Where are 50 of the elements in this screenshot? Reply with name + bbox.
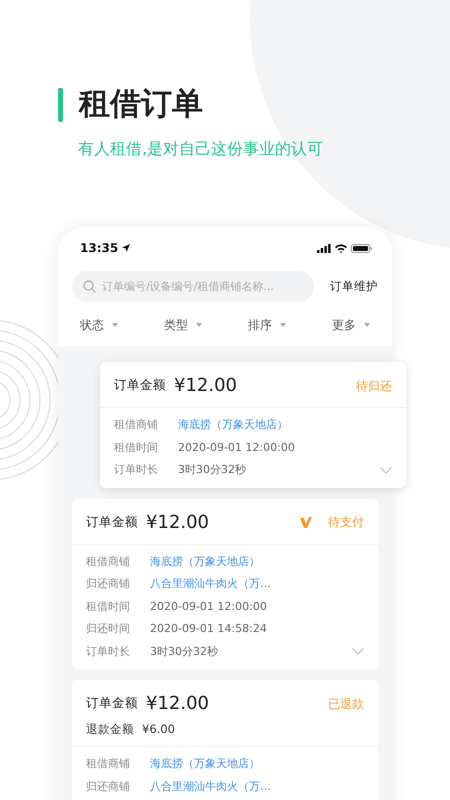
location-arrow-icon	[122, 244, 130, 252]
field-label: 订单时长	[114, 462, 159, 478]
field-label: 归还商铺	[86, 576, 131, 592]
refund-label: 退款金额	[86, 721, 134, 738]
filter-dropdown[interactable]: 更多	[332, 316, 370, 334]
amount-value: ¥12.00	[146, 692, 210, 716]
chevron-down-icon[interactable]	[380, 466, 392, 474]
v-mark-icon	[300, 516, 312, 528]
refund-value: ¥6.00	[142, 721, 175, 738]
amount-label: 订单金额	[86, 694, 138, 712]
field-value: 3时30分32秒	[150, 644, 218, 660]
field-label: 租借时间	[114, 440, 159, 456]
caret-icon	[364, 323, 370, 328]
battery-icon	[351, 244, 372, 253]
accent-bar	[58, 88, 63, 122]
field-value: 3时30分32秒	[178, 462, 246, 478]
filter-dropdown[interactable]: 类型	[164, 316, 202, 334]
field-value: 2020-09-01 14:58:24	[150, 621, 267, 638]
signal-icon	[317, 244, 331, 253]
chevron-down-icon[interactable]	[352, 648, 364, 656]
filter-dropdown[interactable]: 排序	[248, 316, 286, 334]
search-icon	[83, 280, 96, 294]
field-label: 租借商铺	[86, 554, 131, 570]
field-label: 订单时长	[86, 644, 131, 660]
filter-dropdown[interactable]: 状态	[80, 316, 118, 334]
field-value: 2020-09-01 12:00:00	[150, 598, 267, 615]
field-label: 归还商铺	[86, 778, 131, 795]
caret-icon	[280, 323, 286, 328]
status-time: 13:35	[80, 240, 118, 258]
amount-label: 订单金额	[86, 512, 138, 531]
amount-label: 订单金额	[114, 376, 166, 394]
order-card[interactable]: 订单金额 ¥12.00 待归还 租借商铺 海底捞（万象天地店） 租借时间 2020-09-01 12:00:00 订单时长 3时30分32秒	[100, 362, 406, 488]
order-card[interactable]: 订单金额 ¥12.00 待支付 租借商铺 海底捞（万象天地店） 归还商铺 八合里潮汕牛肉火（万… 租借时间 2020-09-01 12:00:00 归还时间 2020-09-01 14:58:24 订单时长 3时30分32秒	[72, 498, 378, 670]
search-field[interactable]: 订单编号/设备编号/租借商铺名称...	[72, 271, 314, 302]
page-title: 租借订单	[79, 86, 203, 124]
caret-icon	[112, 323, 118, 328]
subtitle: 有人租借,是对自己这份事业的认可	[78, 138, 324, 160]
field-label: 归还时间	[86, 621, 131, 638]
order-status: 已退款	[328, 696, 364, 713]
amount-value: ¥12.00	[146, 510, 210, 535]
amount-value: ¥12.00	[174, 374, 238, 398]
order-status: 待支付	[328, 514, 364, 532]
order-status: 待归还	[356, 378, 392, 395]
field-value: 2020-09-01 12:00:00	[178, 440, 295, 456]
field-label: 租借商铺	[86, 756, 131, 772]
maintain-orders-link[interactable]: 订单维护	[330, 278, 378, 296]
field-label: 租借商铺	[114, 417, 159, 434]
wifi-icon	[335, 244, 347, 253]
field-label: 租借时间	[86, 598, 131, 615]
caret-icon	[196, 323, 202, 328]
